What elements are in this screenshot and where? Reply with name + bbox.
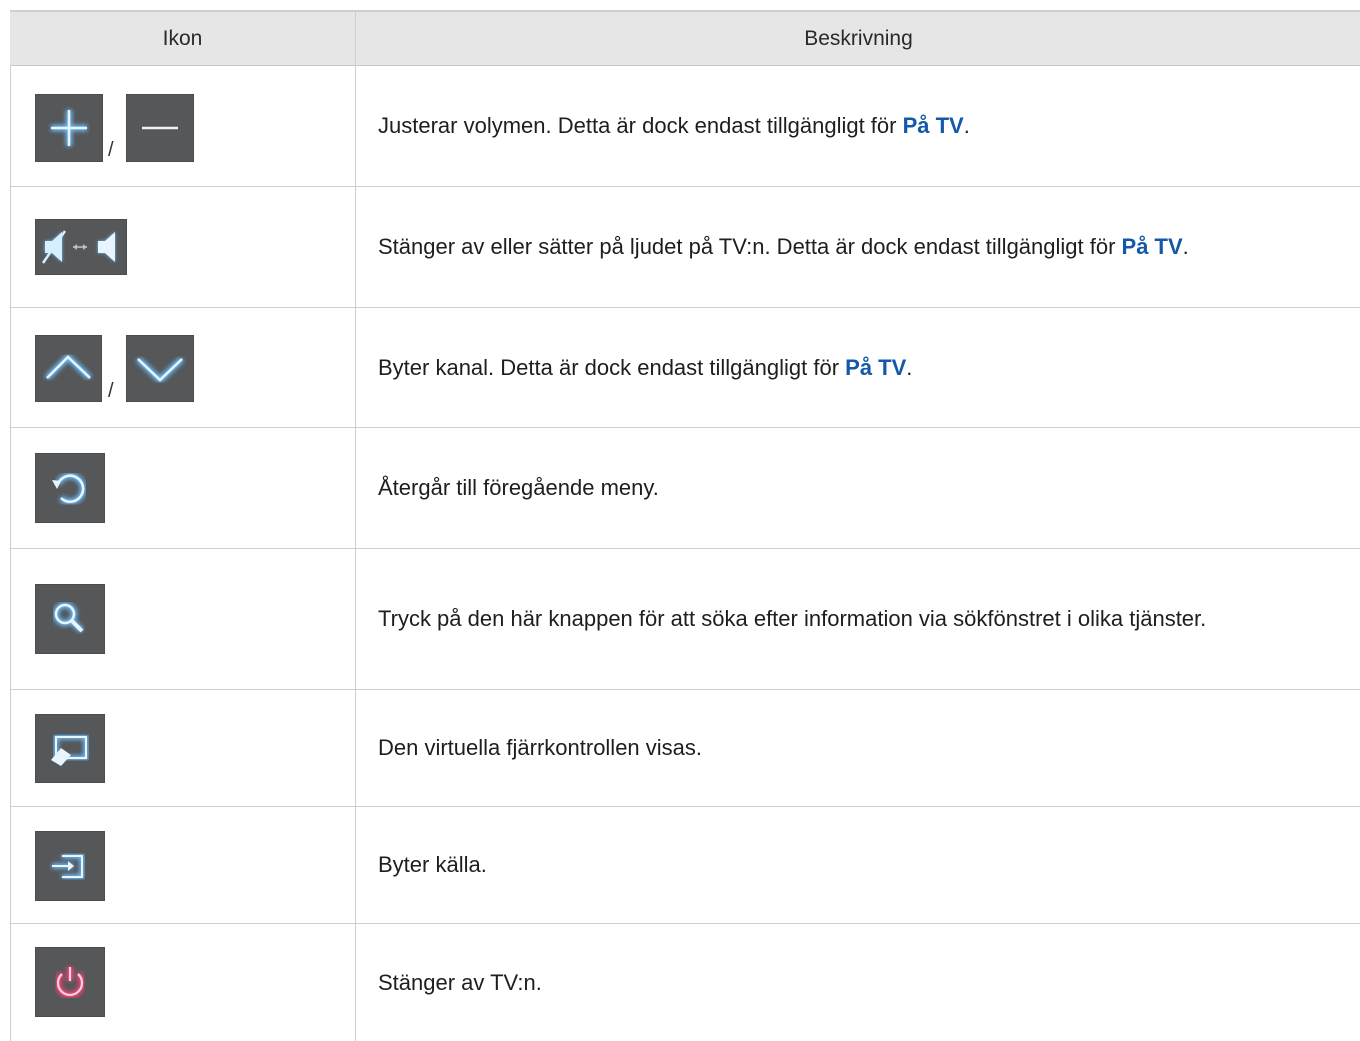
- description-cell: Den virtuella fjärrkontrollen visas.: [355, 690, 1360, 806]
- volume-up-icon: [35, 94, 103, 162]
- source-icon: [35, 831, 105, 901]
- header-ikon: Ikon: [162, 27, 203, 50]
- description-cell: Tryck på den här knappen för att söka ef…: [355, 549, 1360, 689]
- highlight-pa-tv: På TV: [845, 354, 907, 380]
- description-cell: Stänger av eller sätter på ljudet på TV:…: [355, 187, 1360, 307]
- channel-up-icon: [35, 335, 102, 402]
- icon-cell: /: [10, 308, 355, 427]
- table-row: Stänger av eller sätter på ljudet på TV:…: [10, 187, 1360, 308]
- table-row: Återgår till föregående meny.: [10, 428, 1360, 549]
- table-row: / Byter kanal. Detta är dock endast till…: [10, 308, 1360, 428]
- icon-cell: [10, 187, 355, 307]
- table-row: Stänger av TV:n.: [10, 924, 1360, 1041]
- description-cell: Stänger av TV:n.: [355, 924, 1360, 1041]
- return-icon: [35, 453, 105, 523]
- description-cell: Justerar volymen. Detta är dock endast t…: [355, 66, 1360, 186]
- description-text: Stänger av eller sätter på ljudet på TV:…: [378, 234, 1189, 259]
- table-header: Ikon Beskrivning: [10, 10, 1360, 66]
- table-row: Byter källa.: [10, 807, 1360, 924]
- highlight-pa-tv: På TV: [902, 113, 964, 138]
- icon-cell: /: [10, 66, 355, 186]
- icon-cell: [10, 428, 355, 548]
- header-beskrivning: Beskrivning: [355, 12, 1360, 66]
- highlight-pa-tv: På TV: [1121, 234, 1183, 259]
- channel-down-icon: [126, 335, 194, 402]
- mute-toggle-icon: [35, 219, 127, 275]
- icon-cell: [10, 549, 355, 689]
- description-cell: Byter källa.: [355, 807, 1360, 923]
- separator-slash: /: [108, 139, 114, 161]
- virtual-remote-icon: [35, 714, 105, 783]
- description-cell: Återgår till föregående meny.: [355, 428, 1360, 548]
- description-text: Byter kanal. Detta är dock endast tillgä…: [378, 354, 913, 380]
- icon-cell: [10, 924, 355, 1041]
- volume-down-icon: [126, 94, 194, 162]
- description-cell: Byter kanal. Detta är dock endast tillgä…: [355, 308, 1360, 427]
- icon-cell: [10, 690, 355, 806]
- table-row: Den virtuella fjärrkontrollen visas.: [10, 690, 1360, 807]
- search-icon: [35, 584, 105, 654]
- description-text: Justerar volymen. Detta är dock endast t…: [378, 113, 970, 138]
- power-icon: [35, 947, 105, 1017]
- description-text: Stänger av TV:n.: [378, 969, 542, 995]
- description-text: Den virtuella fjärrkontrollen visas.: [378, 735, 703, 760]
- description-text: Återgår till föregående meny.: [378, 475, 659, 500]
- table-row: Tryck på den här knappen för att söka ef…: [10, 549, 1360, 690]
- separator-slash: /: [108, 380, 114, 402]
- table-row: / Justerar volymen. Detta är dock endast…: [10, 66, 1360, 187]
- description-text: Tryck på den här knappen för att söka ef…: [378, 606, 1207, 631]
- description-text: Byter källa.: [378, 852, 487, 877]
- icon-cell: [10, 807, 355, 923]
